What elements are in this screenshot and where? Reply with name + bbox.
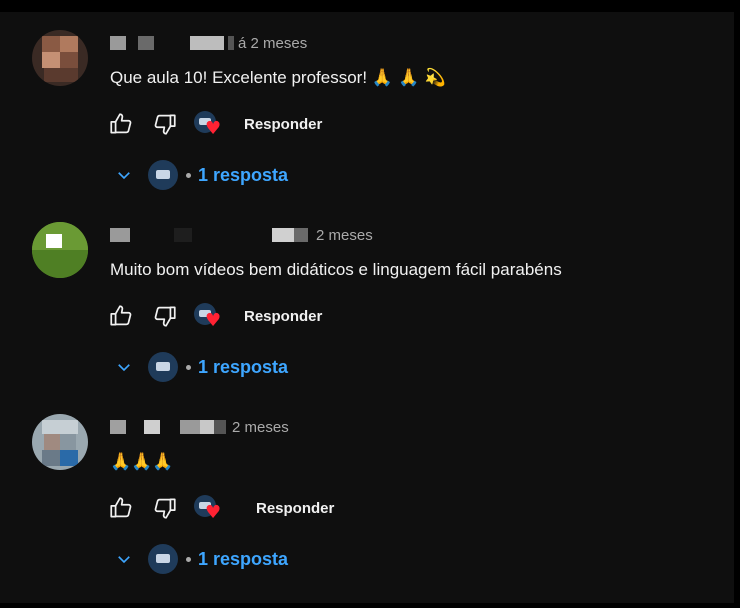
reply-button[interactable]: Responder xyxy=(244,116,322,133)
thumbs-down-icon xyxy=(154,498,176,519)
comment-2: 2 meses Muito bom vídeos bem didáticos e… xyxy=(0,204,736,394)
creator-heart: ♥ xyxy=(194,109,224,139)
comment-actions: ♥ Responder xyxy=(106,109,322,139)
emoji-text: 🙏🙏🙏 xyxy=(110,452,174,472)
separator-dot xyxy=(186,172,191,178)
thumbs-up-icon xyxy=(110,113,132,134)
avatar[interactable] xyxy=(32,222,88,278)
reply-button[interactable]: Responder xyxy=(256,500,334,517)
thumbs-up-icon xyxy=(110,497,132,518)
thumbs-down-icon xyxy=(154,306,176,327)
redacted-author-name[interactable] xyxy=(110,228,130,242)
comment-1: á 2 meses Que aula 10! Excelente profess… xyxy=(0,12,736,202)
author-row: á 2 meses xyxy=(110,33,307,53)
creator-heart: ♥ xyxy=(194,301,224,331)
redacted-author-name[interactable] xyxy=(110,420,126,434)
replies-count[interactable]: 1 resposta xyxy=(198,549,288,570)
chevron-down-icon xyxy=(112,163,136,187)
like-button[interactable] xyxy=(106,493,136,523)
view-replies-button[interactable]: 1 resposta xyxy=(112,158,288,192)
heart-icon: ♥ xyxy=(205,502,222,523)
comments-section: á 2 meses Que aula 10! Excelente profess… xyxy=(0,12,736,603)
replies-count[interactable]: 1 resposta xyxy=(198,165,288,186)
separator-dot xyxy=(186,556,191,562)
like-button[interactable] xyxy=(106,301,136,331)
thumbs-up-icon xyxy=(110,305,132,326)
view-replies-button[interactable]: 1 resposta xyxy=(112,350,288,384)
thumbs-down-icon xyxy=(154,114,176,135)
comment-text: Muito bom vídeos bem didáticos e linguag… xyxy=(110,260,562,279)
dislike-button[interactable] xyxy=(150,301,180,331)
chevron-down-icon xyxy=(112,355,136,379)
heart-icon: ♥ xyxy=(205,118,222,139)
comment-text: Que aula 10! Excelente professor! 🙏 🙏 💫 xyxy=(110,68,447,88)
comment-timestamp[interactable]: 2 meses xyxy=(316,227,373,244)
comment-actions: ♥ Responder xyxy=(106,301,322,331)
comment-3: 2 meses 🙏🙏🙏 ♥ Responder 1 resposta xyxy=(0,396,736,586)
emoji-text: 🙏 🙏 💫 xyxy=(371,68,447,88)
redacted-author-name[interactable] xyxy=(110,36,126,50)
author-row: 2 meses xyxy=(110,225,373,245)
view-replies-button[interactable]: 1 resposta xyxy=(112,542,288,576)
creator-avatar xyxy=(148,544,178,574)
comment-timestamp[interactable]: á 2 meses xyxy=(238,35,307,52)
replies-count[interactable]: 1 resposta xyxy=(198,357,288,378)
comment-actions: ♥ Responder xyxy=(106,493,334,523)
dislike-button[interactable] xyxy=(150,109,180,139)
creator-heart: ♥ xyxy=(194,493,224,523)
comment-timestamp[interactable]: 2 meses xyxy=(232,419,289,436)
dislike-button[interactable] xyxy=(150,493,180,523)
separator-dot xyxy=(186,364,191,370)
comment-text: 🙏🙏🙏 xyxy=(110,452,174,472)
chevron-down-icon xyxy=(112,547,136,571)
creator-avatar xyxy=(148,160,178,190)
creator-avatar xyxy=(148,352,178,382)
author-row: 2 meses xyxy=(110,417,289,437)
heart-icon: ♥ xyxy=(205,310,222,331)
reply-button[interactable]: Responder xyxy=(244,308,322,325)
like-button[interactable] xyxy=(106,109,136,139)
avatar[interactable] xyxy=(32,414,88,470)
avatar[interactable] xyxy=(32,30,88,86)
